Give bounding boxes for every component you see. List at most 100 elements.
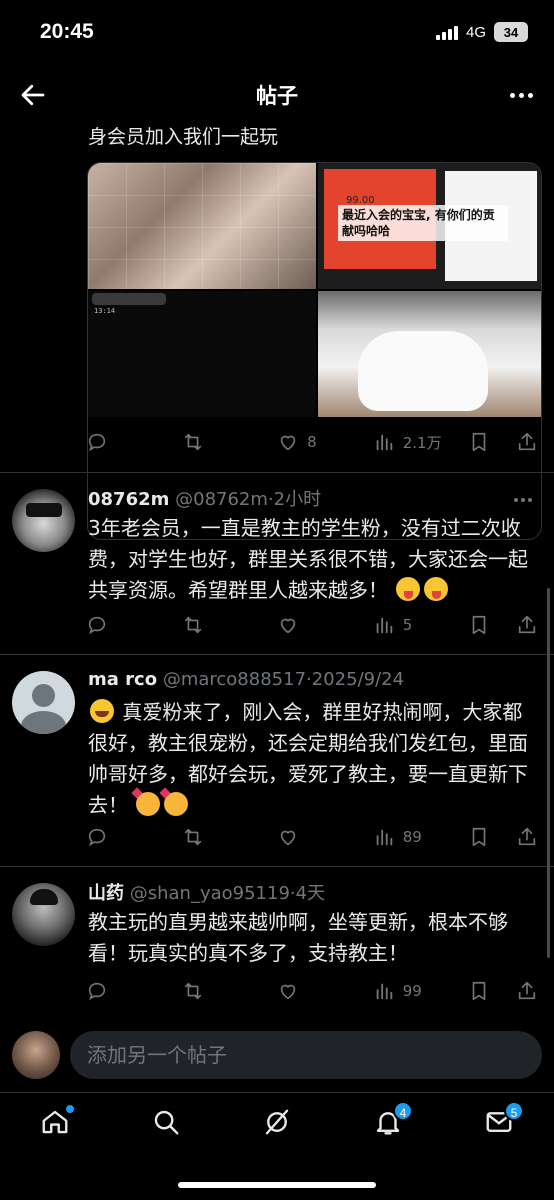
like-button[interactable] bbox=[277, 823, 373, 851]
views-button[interactable]: 5 bbox=[373, 611, 469, 639]
bookmark-button[interactable] bbox=[468, 823, 516, 851]
reply-post[interactable]: 08762m @08762m·2小时 3年老会员，一直是教主的学生粉，没有过二次… bbox=[0, 473, 554, 654]
reply-input[interactable]: 添加另一个帖子 bbox=[70, 1031, 542, 1079]
views-chart-icon bbox=[376, 434, 392, 451]
avatar[interactable] bbox=[12, 883, 75, 946]
repost-button[interactable] bbox=[182, 823, 278, 851]
post-time: 2025/9/24 bbox=[311, 669, 405, 690]
grok-icon bbox=[265, 1109, 289, 1135]
author-name[interactable]: 08762m bbox=[88, 489, 169, 510]
media-image-1[interactable] bbox=[88, 163, 316, 289]
battery-icon: 34 bbox=[494, 22, 528, 42]
nav-grok[interactable] bbox=[262, 1107, 294, 1139]
reply-actions: 5 bbox=[86, 611, 546, 639]
comment-icon bbox=[88, 828, 106, 847]
share-icon bbox=[518, 432, 536, 451]
repost-icon bbox=[184, 433, 201, 451]
bookmark-icon bbox=[472, 827, 486, 847]
like-count: 8 bbox=[307, 433, 317, 451]
post-time: 4天 bbox=[295, 883, 326, 904]
views-chart-icon bbox=[376, 617, 392, 634]
rolling-laughing-emoji bbox=[90, 699, 114, 723]
avatar[interactable] bbox=[12, 489, 75, 552]
bookmark-icon bbox=[472, 981, 486, 1001]
cap-graphic bbox=[26, 503, 62, 517]
share-button[interactable] bbox=[516, 823, 546, 851]
bookmark-icon bbox=[472, 615, 486, 635]
like-button[interactable] bbox=[277, 977, 373, 1005]
avatar-body-shape bbox=[21, 711, 66, 734]
network-type: 4G bbox=[465, 23, 486, 41]
heart-icon bbox=[280, 984, 296, 1000]
squinting-tongue-emoji bbox=[424, 577, 449, 601]
bookmark-icon bbox=[472, 432, 486, 452]
reply-author-line: 山药 @shan_yao95119·4天 bbox=[88, 883, 326, 904]
bookmark-button[interactable] bbox=[468, 428, 516, 456]
reply-text: 教主玩的直男越来越帅啊，坐等更新，根本不够看！玩真实的真不多了，支持教主！ bbox=[88, 910, 508, 965]
author-handle[interactable]: @marco888517 bbox=[163, 669, 306, 690]
views-button[interactable]: 99 bbox=[373, 977, 469, 1005]
reply-post[interactable]: ma rco @marco888517·2025/9/24 真爱粉来了，刚入会，… bbox=[0, 655, 554, 866]
media-image-2[interactable]: 99.00 最近入会的宝宝, 有你们的贡献吗哈哈 bbox=[318, 163, 541, 289]
views-button[interactable]: 2.1万 bbox=[373, 428, 469, 456]
media-image-3[interactable]: 13:14 bbox=[88, 291, 316, 417]
avatar-head-shape bbox=[32, 684, 55, 707]
smiling-hearts-emoji bbox=[136, 792, 161, 816]
nav-search[interactable] bbox=[151, 1107, 183, 1139]
avatar-default-icon[interactable] bbox=[12, 671, 75, 734]
author-name[interactable]: ma rco bbox=[88, 669, 157, 690]
share-button[interactable] bbox=[516, 611, 546, 639]
reply-button[interactable] bbox=[86, 823, 182, 851]
share-icon bbox=[518, 827, 536, 846]
views-chart-icon bbox=[376, 829, 392, 846]
media-image-4[interactable] bbox=[318, 291, 541, 417]
post-text: 身会员加入我们一起玩 bbox=[88, 126, 279, 148]
more-options-button[interactable] bbox=[506, 80, 536, 110]
hair-graphic bbox=[30, 889, 58, 905]
bookmark-button[interactable] bbox=[468, 977, 516, 1005]
status-bar: 20:45 4G 34 bbox=[0, 0, 554, 66]
author-handle[interactable]: @shan_yao95119 bbox=[130, 883, 290, 904]
comment-icon bbox=[88, 982, 106, 1001]
reply-button[interactable] bbox=[86, 611, 182, 639]
repost-icon bbox=[184, 982, 201, 1000]
reply-text-container: 3年老会员，一直是教主的学生粉，没有过二次收费，对学生也好，群里关系很不错，大家… bbox=[88, 513, 538, 606]
share-button[interactable] bbox=[516, 428, 546, 456]
repost-icon bbox=[184, 828, 201, 846]
squinting-tongue-emoji bbox=[396, 577, 421, 601]
like-button[interactable]: 8 bbox=[277, 428, 373, 456]
reply-text-container: 教主玩的直男越来越帅啊，坐等更新，根本不够看！玩真实的真不多了，支持教主！ bbox=[88, 907, 538, 969]
heart-icon bbox=[280, 618, 296, 634]
reply-post[interactable]: 山药 @shan_yao95119·4天 教主玩的直男越来越帅啊，坐等更新，根本… bbox=[0, 867, 554, 1017]
author-handle[interactable]: @08762m bbox=[175, 489, 268, 510]
search-icon bbox=[154, 1110, 179, 1135]
views-count: 2.1万 bbox=[402, 433, 442, 452]
home-icon bbox=[42, 1110, 68, 1134]
top-header: 帖子 bbox=[0, 66, 554, 122]
share-button[interactable] bbox=[516, 977, 546, 1005]
like-button[interactable] bbox=[277, 611, 373, 639]
bookmark-button[interactable] bbox=[468, 611, 516, 639]
reply-author-line: ma rco @marco888517·2025/9/24 bbox=[88, 669, 405, 690]
reply-button[interactable] bbox=[86, 428, 182, 456]
heart-icon bbox=[280, 830, 296, 846]
reply-actions: 89 bbox=[86, 823, 546, 851]
user-avatar[interactable] bbox=[12, 1031, 60, 1079]
scrollbar[interactable] bbox=[547, 588, 550, 958]
repost-button[interactable] bbox=[182, 611, 278, 639]
reply-author-line: 08762m @08762m·2小时 bbox=[88, 489, 322, 510]
repost-button[interactable] bbox=[182, 428, 278, 456]
reply-button[interactable] bbox=[86, 977, 182, 1005]
repost-button[interactable] bbox=[182, 977, 278, 1005]
views-button[interactable]: 89 bbox=[373, 823, 469, 851]
repost-icon bbox=[184, 616, 201, 634]
reply-text: 3年老会员，一直是教主的学生粉，没有过二次收费，对学生也好，群里关系很不错，大家… bbox=[88, 516, 528, 602]
chat-timestamp: 13:14 bbox=[94, 307, 116, 315]
nav-notifications[interactable]: 4 bbox=[373, 1101, 413, 1139]
message-badge: 5 bbox=[504, 1101, 524, 1121]
nav-home[interactable] bbox=[40, 1105, 74, 1139]
nav-messages[interactable]: 5 bbox=[484, 1101, 524, 1139]
views-count: 89 bbox=[402, 828, 422, 846]
reply-more-button[interactable] bbox=[514, 495, 538, 505]
author-name[interactable]: 山药 bbox=[88, 883, 124, 904]
